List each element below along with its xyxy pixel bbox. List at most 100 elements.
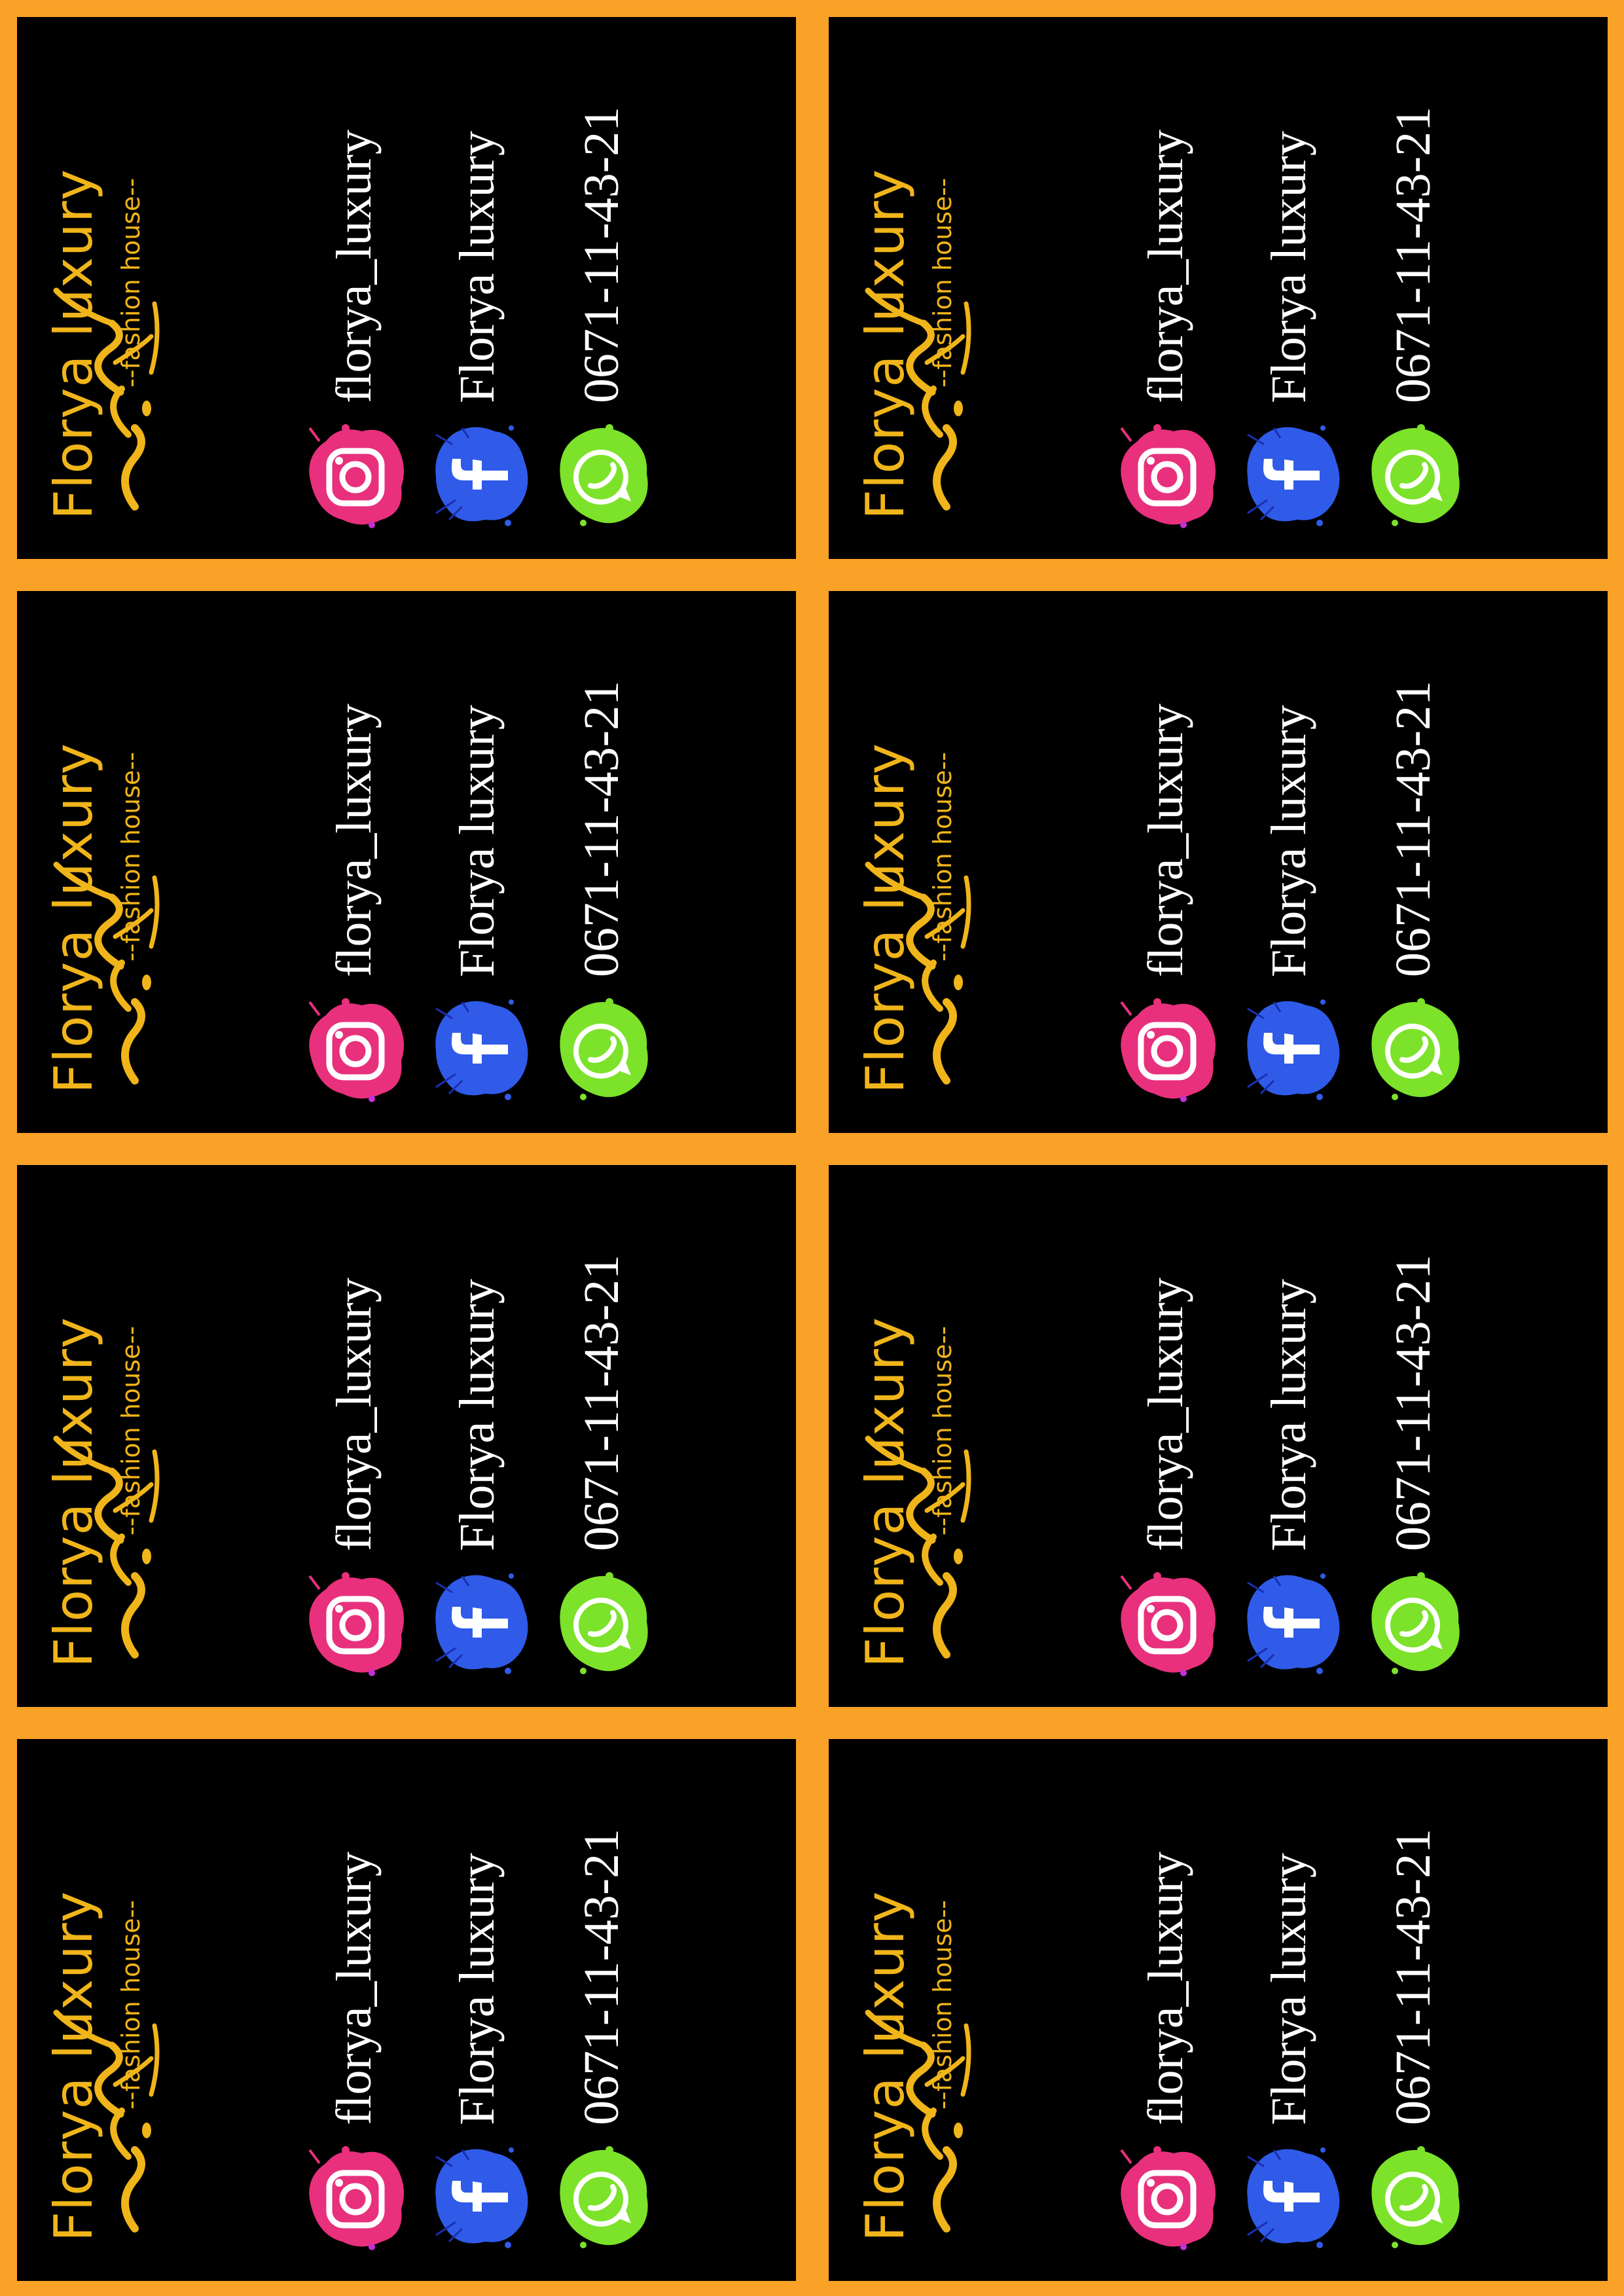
whatsapp-phone: 0671-11-43-21 <box>1386 680 1441 977</box>
whatsapp-phone: 0671-11-43-21 <box>574 680 629 977</box>
facebook-row: Florya luxury <box>1228 1739 1346 2281</box>
instagram-handle: florya_luxury <box>327 1852 382 2125</box>
business-card: Florya luxury --fashion house-- florya_l… <box>17 591 796 1133</box>
brand-name: Florya luxury <box>43 168 104 520</box>
brand-name: Florya luxury <box>43 742 104 1094</box>
facebook-icon[interactable] <box>1235 1570 1346 1681</box>
business-card: Florya luxury --fashion house-- florya_l… <box>17 17 796 559</box>
whatsapp-phone: 0671-11-43-21 <box>574 106 629 403</box>
whatsapp-row: 0671-11-43-21 <box>541 1165 659 1707</box>
whatsapp-phone: 0671-11-43-21 <box>1386 1254 1441 1551</box>
brand-name: Florya luxury <box>855 1890 916 2242</box>
facebook-handle: Florya luxury <box>450 705 505 977</box>
instagram-row: florya_luxury <box>293 1165 411 1707</box>
brand-tagline: --fashion house-- <box>117 1326 145 1535</box>
whatsapp-icon[interactable] <box>547 2144 659 2255</box>
whatsapp-phone: 0671-11-43-21 <box>574 1828 629 2125</box>
facebook-icon[interactable] <box>1235 2144 1346 2255</box>
whatsapp-icon[interactable] <box>1359 996 1470 1107</box>
instagram-row: florya_luxury <box>293 1739 411 2281</box>
facebook-icon[interactable] <box>423 2144 534 2255</box>
facebook-icon[interactable] <box>423 1570 534 1681</box>
brand-tagline: --fashion house-- <box>928 752 957 961</box>
instagram-row: florya_luxury <box>1105 591 1223 1133</box>
facebook-row: Florya luxury <box>416 17 534 559</box>
whatsapp-icon[interactable] <box>547 1570 659 1681</box>
card-content: Florya luxury --fashion house-- florya_l… <box>829 591 1608 1133</box>
instagram-icon[interactable] <box>1111 2144 1223 2255</box>
brand-tagline: --fashion house-- <box>928 1900 957 2109</box>
instagram-handle: florya_luxury <box>1138 1278 1193 1551</box>
brand-tagline: --fashion house-- <box>117 178 145 387</box>
facebook-handle: Florya luxury <box>450 1279 505 1551</box>
whatsapp-row: 0671-11-43-21 <box>1352 1165 1470 1707</box>
whatsapp-row: 0671-11-43-21 <box>541 17 659 559</box>
instagram-icon[interactable] <box>1111 996 1223 1107</box>
whatsapp-icon[interactable] <box>1359 422 1470 533</box>
instagram-handle: florya_luxury <box>327 130 382 403</box>
facebook-icon[interactable] <box>423 422 534 533</box>
facebook-handle: Florya luxury <box>1261 1853 1316 2125</box>
facebook-row: Florya luxury <box>1228 17 1346 559</box>
business-card: Florya luxury --fashion house-- florya_l… <box>17 1165 796 1707</box>
instagram-handle: florya_luxury <box>327 1278 382 1551</box>
business-card-sheet: Florya luxury --fashion house-- florya_l… <box>0 0 1624 2296</box>
instagram-row: florya_luxury <box>1105 17 1223 559</box>
instagram-handle: florya_luxury <box>1138 1852 1193 2125</box>
card-content: Florya luxury --fashion house-- florya_l… <box>829 1739 1608 2281</box>
instagram-row: florya_luxury <box>1105 1165 1223 1707</box>
card-content: Florya luxury --fashion house-- florya_l… <box>17 1739 796 2281</box>
brand-tagline: --fashion house-- <box>928 1326 957 1535</box>
facebook-row: Florya luxury <box>416 1165 534 1707</box>
instagram-icon[interactable] <box>300 2144 411 2255</box>
instagram-handle: florya_luxury <box>327 704 382 977</box>
card-content: Florya luxury --fashion house-- florya_l… <box>829 1165 1608 1707</box>
whatsapp-icon[interactable] <box>547 996 659 1107</box>
whatsapp-row: 0671-11-43-21 <box>1352 591 1470 1133</box>
facebook-handle: Florya luxury <box>1261 131 1316 403</box>
whatsapp-row: 0671-11-43-21 <box>1352 17 1470 559</box>
facebook-handle: Florya luxury <box>1261 705 1316 977</box>
instagram-icon[interactable] <box>1111 422 1223 533</box>
business-card: Florya luxury --fashion house-- florya_l… <box>829 591 1608 1133</box>
instagram-icon[interactable] <box>1111 1570 1223 1681</box>
card-content: Florya luxury --fashion house-- florya_l… <box>17 591 796 1133</box>
whatsapp-row: 0671-11-43-21 <box>541 591 659 1133</box>
whatsapp-icon[interactable] <box>1359 2144 1470 2255</box>
whatsapp-row: 0671-11-43-21 <box>1352 1739 1470 2281</box>
card-content: Florya luxury --fashion house-- florya_l… <box>17 1165 796 1707</box>
facebook-icon[interactable] <box>423 996 534 1107</box>
card-content: Florya luxury --fashion house-- florya_l… <box>17 17 796 559</box>
brand-name: Florya luxury <box>43 1316 104 1668</box>
instagram-row: florya_luxury <box>293 17 411 559</box>
instagram-icon[interactable] <box>300 422 411 533</box>
instagram-handle: florya_luxury <box>1138 704 1193 977</box>
whatsapp-row: 0671-11-43-21 <box>541 1739 659 2281</box>
instagram-icon[interactable] <box>300 996 411 1107</box>
business-card: Florya luxury --fashion house-- florya_l… <box>829 1739 1608 2281</box>
business-card: Florya luxury --fashion house-- florya_l… <box>829 17 1608 559</box>
facebook-icon[interactable] <box>1235 422 1346 533</box>
brand-tagline: --fashion house-- <box>117 1900 145 2109</box>
instagram-row: florya_luxury <box>293 591 411 1133</box>
whatsapp-icon[interactable] <box>547 422 659 533</box>
facebook-icon[interactable] <box>1235 996 1346 1107</box>
brand-name: Florya luxury <box>855 742 916 1094</box>
facebook-handle: Florya luxury <box>450 131 505 403</box>
business-card: Florya luxury --fashion house-- florya_l… <box>829 1165 1608 1707</box>
whatsapp-icon[interactable] <box>1359 1570 1470 1681</box>
facebook-row: Florya luxury <box>1228 1165 1346 1707</box>
instagram-row: florya_luxury <box>1105 1739 1223 2281</box>
instagram-icon[interactable] <box>300 1570 411 1681</box>
brand-tagline: --fashion house-- <box>117 752 145 961</box>
brand-name: Florya luxury <box>855 168 916 520</box>
facebook-row: Florya luxury <box>1228 591 1346 1133</box>
brand-name: Florya luxury <box>43 1890 104 2242</box>
brand-tagline: --fashion house-- <box>928 178 957 387</box>
brand-name: Florya luxury <box>855 1316 916 1668</box>
facebook-handle: Florya luxury <box>1261 1279 1316 1551</box>
whatsapp-phone: 0671-11-43-21 <box>1386 1828 1441 2125</box>
facebook-row: Florya luxury <box>416 591 534 1133</box>
business-card: Florya luxury --fashion house-- florya_l… <box>17 1739 796 2281</box>
facebook-row: Florya luxury <box>416 1739 534 2281</box>
